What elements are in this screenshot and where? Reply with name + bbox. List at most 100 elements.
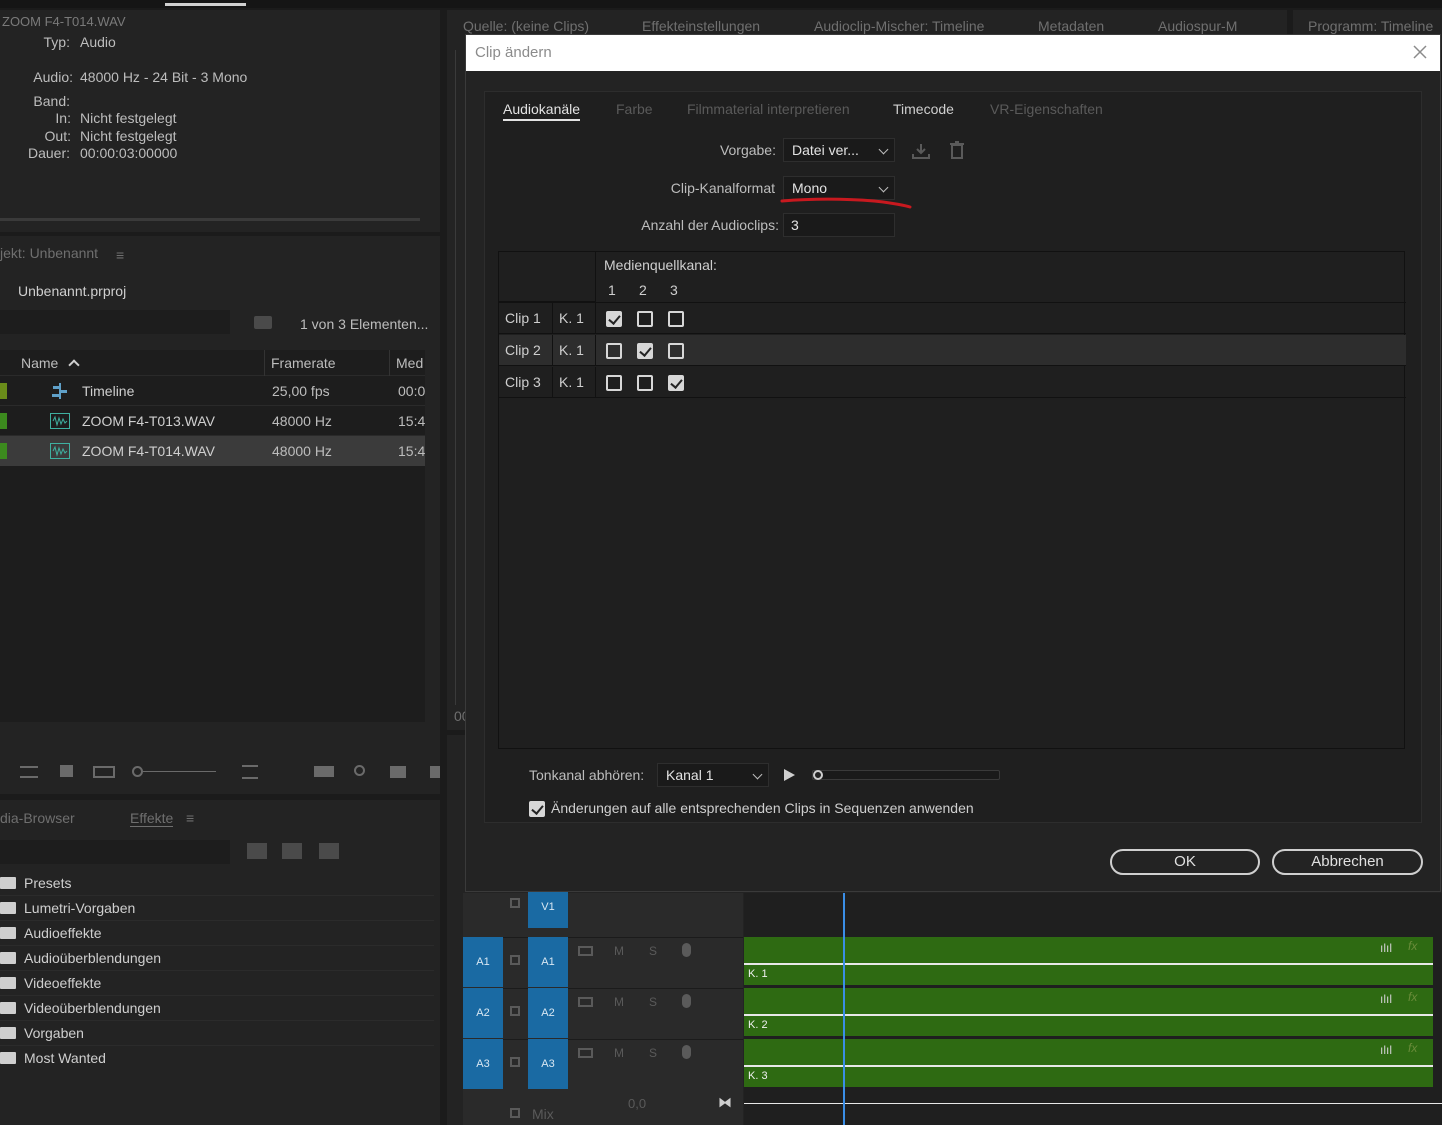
audio-clip-a2[interactable]: K. 2 ılıl fx bbox=[744, 988, 1433, 1036]
delete-preset-icon[interactable] bbox=[950, 141, 964, 159]
mute-button[interactable]: M bbox=[614, 995, 624, 1009]
panel-menu-icon[interactable]: ≡ bbox=[116, 247, 124, 263]
track-source-a2[interactable]: A2 bbox=[463, 988, 503, 1038]
ok-button[interactable]: OK bbox=[1110, 849, 1260, 875]
track-source-a3[interactable]: A3 bbox=[463, 1039, 503, 1089]
microphone-icon[interactable] bbox=[682, 1045, 691, 1059]
project-item-row-selected[interactable]: ZOOM F4-T014.WAV 48000 Hz 15:4 bbox=[0, 436, 425, 466]
mute-button[interactable]: M bbox=[614, 1046, 624, 1060]
effects-folder-video-transitions[interactable]: Videoüberblendungen bbox=[0, 996, 434, 1021]
playhead[interactable] bbox=[843, 893, 845, 1125]
cancel-button[interactable]: Abbrechen bbox=[1272, 849, 1423, 875]
effects-folder-audio-transitions[interactable]: Audioüberblendungen bbox=[0, 946, 434, 971]
find-icon[interactable] bbox=[354, 765, 365, 776]
monitor-channel-dropdown[interactable]: Kanal 1 bbox=[657, 763, 769, 787]
panel-menu-icon[interactable]: ≡ bbox=[186, 810, 194, 826]
channel-checkbox[interactable] bbox=[668, 375, 684, 391]
microphone-icon[interactable] bbox=[682, 994, 691, 1008]
sort-icon[interactable] bbox=[242, 765, 258, 779]
tab-media-browser[interactable]: dia-Browser bbox=[0, 810, 75, 826]
play-icon[interactable] bbox=[784, 769, 795, 781]
effects-folder-video-effects[interactable]: Videoeffekte bbox=[0, 971, 434, 996]
effects-folder-audio-effects[interactable]: Audioeffekte bbox=[0, 921, 434, 946]
project-item-row[interactable]: Timeline 25,00 fps 00:0 bbox=[0, 376, 425, 406]
tab-interpret-footage[interactable]: Filmmaterial interpretieren bbox=[687, 101, 850, 117]
volume-line[interactable] bbox=[744, 1014, 1433, 1016]
mix-value[interactable]: 0,0 bbox=[628, 1096, 646, 1111]
list-view-icon[interactable] bbox=[20, 766, 38, 778]
sync-lock-icon[interactable] bbox=[578, 997, 593, 1007]
track-target-a1[interactable]: A1 bbox=[528, 937, 568, 987]
tab-audio-clip-mixer[interactable]: Audioclip-Mischer: Timeline bbox=[814, 18, 984, 34]
track-lock-icon[interactable] bbox=[510, 1057, 520, 1067]
microphone-icon[interactable] bbox=[682, 943, 691, 957]
effects-folder-presets-user[interactable]: Vorgaben bbox=[0, 1021, 434, 1046]
tab-program[interactable]: Programm: Timeline bbox=[1308, 18, 1433, 34]
volume-line[interactable] bbox=[744, 963, 1433, 965]
project-panel-title[interactable]: jekt: Unbenannt bbox=[0, 245, 98, 261]
tab-source[interactable]: Quelle: (keine Clips) bbox=[463, 18, 589, 34]
tab-audio-channels[interactable]: Audiokanäle bbox=[503, 101, 581, 121]
channel-checkbox[interactable] bbox=[606, 375, 622, 391]
track-lock-icon[interactable] bbox=[510, 955, 520, 965]
close-icon[interactable] bbox=[1411, 43, 1429, 61]
playback-scrubber[interactable] bbox=[812, 769, 1002, 781]
audio-clip-a1[interactable]: K. 1 ılıl fx bbox=[744, 937, 1433, 985]
solo-button[interactable]: S bbox=[649, 1046, 657, 1060]
column-header-name[interactable]: Name bbox=[21, 350, 58, 376]
sync-lock-icon[interactable] bbox=[578, 1048, 593, 1058]
solo-button[interactable]: S bbox=[649, 995, 657, 1009]
track-lock-icon[interactable] bbox=[510, 1006, 520, 1016]
track-target-a2[interactable]: A2 bbox=[528, 988, 568, 1038]
audio-clip-a3[interactable]: K. 3 ılıl fx bbox=[744, 1039, 1433, 1087]
sort-ascending-icon[interactable] bbox=[68, 359, 80, 371]
yuv-effects-icon[interactable] bbox=[319, 843, 339, 859]
volume-line[interactable] bbox=[744, 1065, 1433, 1067]
column-header-media[interactable]: Med bbox=[396, 350, 423, 376]
collapse-tracks-icon[interactable]: ⧓ bbox=[718, 1094, 732, 1111]
tab-effect-controls[interactable]: Effekteinstellungen bbox=[642, 18, 760, 34]
new-bin-icon[interactable] bbox=[390, 766, 406, 778]
project-item-row[interactable]: ZOOM F4-T013.WAV 48000 Hz 15:4 bbox=[0, 406, 425, 436]
effects-search-input[interactable] bbox=[0, 840, 230, 864]
track-target-a3[interactable]: A3 bbox=[528, 1039, 568, 1089]
tab-vr-properties[interactable]: VR-Eigenschaften bbox=[990, 101, 1103, 117]
channel-checkbox[interactable] bbox=[668, 343, 684, 359]
tab-color[interactable]: Farbe bbox=[616, 101, 653, 117]
tab-effects[interactable]: Effekte bbox=[130, 810, 174, 827]
track-lock-icon[interactable] bbox=[510, 1108, 520, 1118]
automate-to-sequence-icon[interactable] bbox=[314, 766, 334, 777]
apply-to-sequences-checkbox[interactable] bbox=[529, 801, 545, 817]
column-header-framerate[interactable]: Framerate bbox=[271, 350, 336, 376]
zoom-slider[interactable] bbox=[132, 766, 216, 778]
mute-button[interactable]: M bbox=[614, 944, 624, 958]
save-preset-icon[interactable] bbox=[912, 143, 930, 159]
track-lock-icon[interactable] bbox=[510, 898, 520, 908]
track-source-a1[interactable]: A1 bbox=[463, 937, 503, 987]
effects-folder-presets[interactable]: Presets bbox=[0, 871, 434, 896]
channel-checkbox[interactable] bbox=[637, 343, 653, 359]
audio-clip-count-input[interactable]: 3 bbox=[783, 213, 895, 237]
tab-audio-track-mixer[interactable]: Audiospur-M bbox=[1158, 18, 1237, 34]
new-item-icon[interactable] bbox=[430, 766, 440, 778]
channel-checkbox[interactable] bbox=[606, 343, 622, 359]
sync-lock-icon[interactable] bbox=[578, 946, 593, 956]
effects-folder-lumetri[interactable]: Lumetri-Vorgaben bbox=[0, 896, 434, 921]
channel-checkbox[interactable] bbox=[637, 375, 653, 391]
solo-button[interactable]: S bbox=[649, 944, 657, 958]
accelerated-effects-icon[interactable] bbox=[247, 843, 267, 859]
scrollbar-horizontal[interactable] bbox=[0, 218, 420, 221]
freeform-view-icon[interactable] bbox=[93, 766, 115, 778]
icon-view-icon[interactable] bbox=[60, 765, 73, 777]
channel-checkbox[interactable] bbox=[606, 311, 622, 327]
project-search-input[interactable] bbox=[0, 310, 230, 334]
tab-timecode[interactable]: Timecode bbox=[893, 101, 954, 117]
new-bin-icon[interactable] bbox=[254, 316, 272, 329]
tab-metadata[interactable]: Metadaten bbox=[1038, 18, 1104, 34]
channel-checkbox[interactable] bbox=[637, 311, 653, 327]
effects-folder-most-wanted[interactable]: Most Wanted bbox=[0, 1046, 434, 1071]
channel-checkbox[interactable] bbox=[668, 311, 684, 327]
scrubber-handle[interactable] bbox=[813, 770, 823, 780]
preset-dropdown[interactable]: Datei ver... bbox=[783, 138, 895, 162]
32bit-effects-icon[interactable] bbox=[282, 843, 302, 859]
